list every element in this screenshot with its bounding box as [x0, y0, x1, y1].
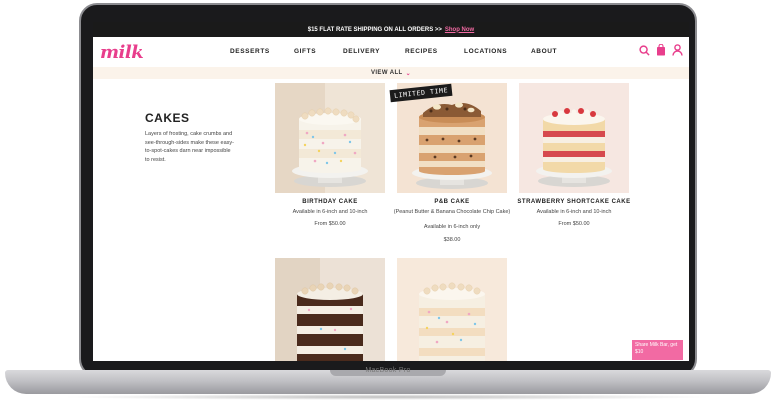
laptop-scene: MacBook Pro $15 FLAT RATE SHIPPING ON AL…: [0, 0, 776, 403]
category-description: Layers of frosting, cake crumbs and see-…: [145, 131, 234, 163]
product-price: $38.00: [443, 237, 461, 243]
birthday-cake-alt-image[interactable]: [397, 258, 507, 361]
browser-screen: $15 FLAT RATE SHIPPING ON ALL ORDERS >> …: [93, 22, 689, 361]
nav-item-locations[interactable]: LOCATIONS: [464, 48, 531, 55]
main-nav: milk DESSERTS GIFTS DELIVERY RECIPES LOC…: [93, 37, 689, 67]
view-all-dropdown[interactable]: VIEW ALL ⌄: [93, 67, 689, 79]
nav-icons: [639, 44, 683, 56]
product-name[interactable]: P&B CAKE: [387, 199, 517, 205]
shop-now-link[interactable]: Shop Now: [445, 27, 474, 33]
promo-bar: $15 FLAT RATE SHIPPING ON ALL ORDERS >> …: [93, 22, 689, 37]
nav-item-delivery[interactable]: DELIVERY: [343, 48, 405, 55]
nav-item-recipes[interactable]: RECIPES: [405, 48, 464, 55]
product-name[interactable]: BIRTHDAY CAKE: [265, 199, 395, 205]
search-icon[interactable]: [639, 44, 650, 56]
nav-item-gifts[interactable]: GIFTS: [294, 48, 343, 55]
nav-item-about[interactable]: ABOUT: [531, 48, 571, 55]
product-price: From $50.00: [558, 221, 590, 227]
milk-logo[interactable]: milk: [100, 42, 144, 63]
chevron-down-icon: ⌄: [405, 70, 412, 77]
product-availability: Available in 6-inch only: [423, 224, 481, 230]
birthday-cake-image[interactable]: [275, 83, 385, 193]
share-referral-button[interactable]: Share Milk Bar, get $10: [632, 340, 683, 360]
product-availability: Available in 6-inch and 10-inch: [536, 209, 612, 215]
device-label: MacBook Pro: [365, 367, 411, 374]
product-description: (Peanut Butter & Banana Chocolate Chip C…: [393, 209, 511, 215]
product-name[interactable]: STRAWBERRY SHORTCAKE CAKE: [509, 199, 639, 205]
nav-item-desserts[interactable]: DESSERTS: [230, 48, 294, 55]
nav-menu: DESSERTS GIFTS DELIVERY RECIPES LOCATION…: [230, 48, 571, 55]
product-price: From $50.00: [314, 221, 346, 227]
laptop-shadow: [60, 394, 716, 400]
view-all-label: VIEW ALL: [370, 70, 403, 76]
strawberry-cake-image[interactable]: [519, 83, 629, 193]
chocolate-birthday-cake-image[interactable]: [275, 258, 385, 361]
shopping-bag-icon[interactable]: [656, 44, 666, 56]
account-icon[interactable]: [672, 44, 683, 56]
promo-text: $15 FLAT RATE SHIPPING ON ALL ORDERS >>: [307, 26, 442, 33]
product-availability: Available in 6-inch and 10-inch: [292, 209, 368, 215]
category-title: CAKES: [145, 111, 190, 125]
